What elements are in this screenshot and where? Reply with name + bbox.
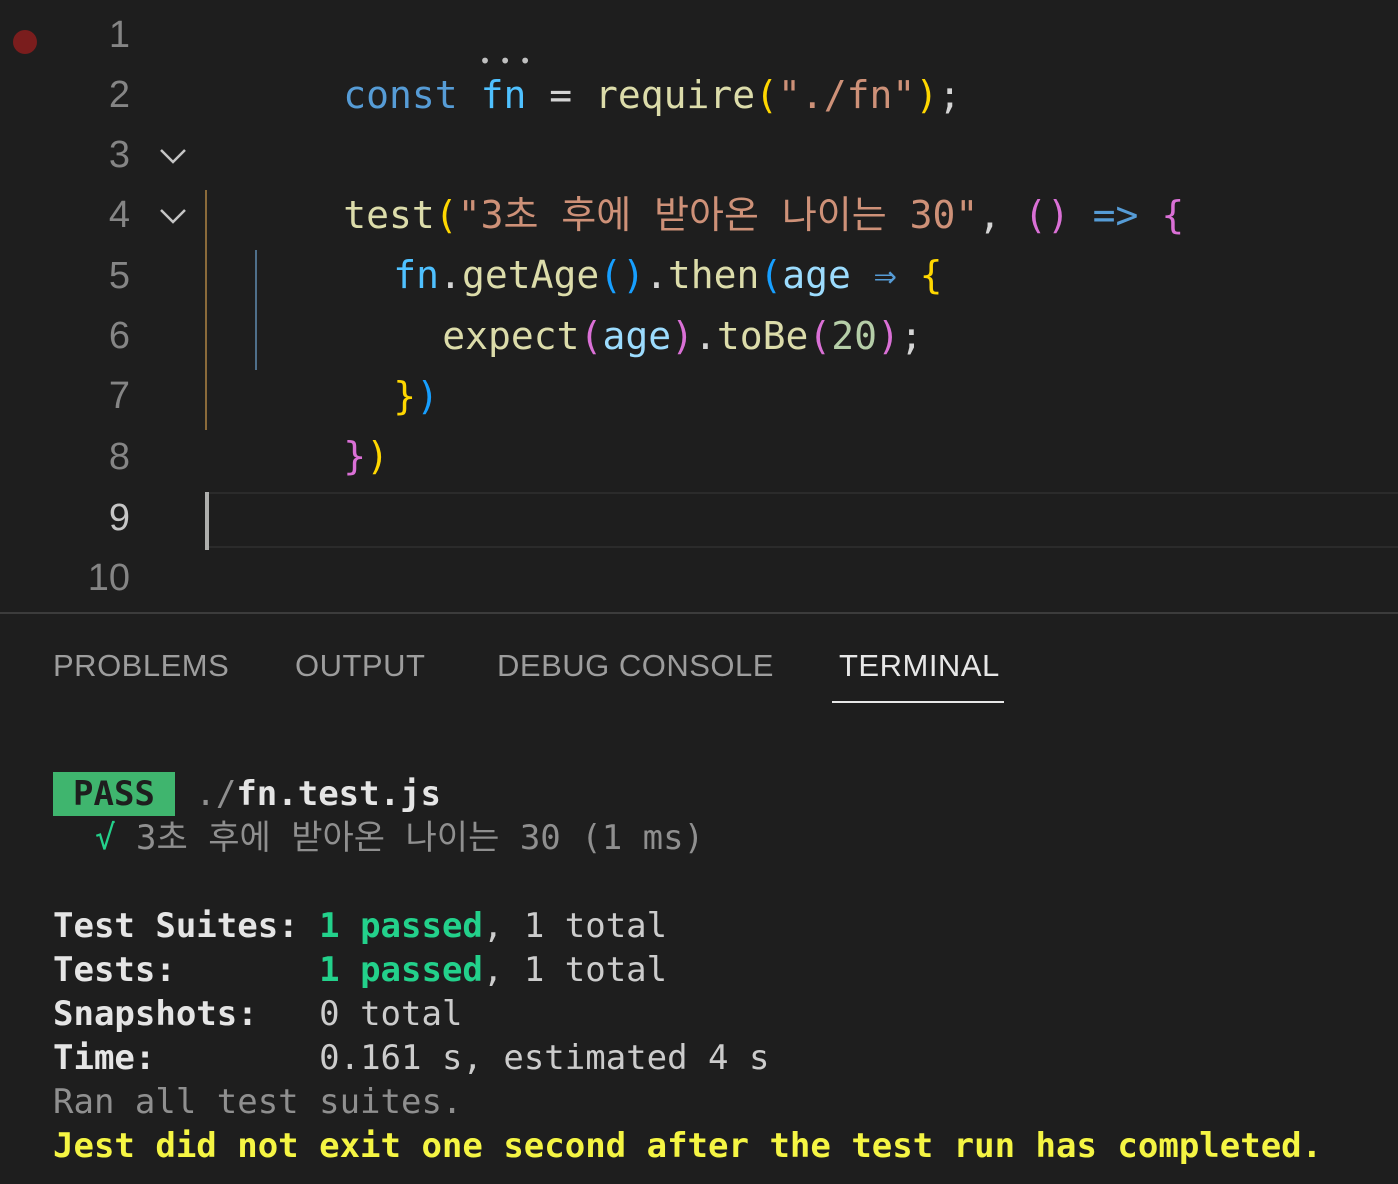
test-file-line: PASS ./fn.test.js — [53, 772, 441, 816]
suites-total: , 1 total — [482, 906, 668, 946]
snapshots-label: Snapshots: — [53, 994, 258, 1034]
chevron-down-icon[interactable] — [158, 143, 188, 167]
test-case-line: √ 3초 후에 받아온 나이는 30 (1 ms) — [95, 816, 704, 860]
line-number: 3 — [108, 134, 130, 176]
summary-time: Time: 0.161 s, estimated 4 s — [53, 1036, 769, 1080]
line-number: 10 — [87, 557, 130, 599]
tests-total: , 1 total — [482, 950, 668, 990]
jest-warning: Jest did not exit one second after the t… — [53, 1126, 1323, 1166]
pass-badge: PASS — [53, 772, 175, 816]
code-line-1: 1 const fn = require("./fn"); — [0, 5, 1398, 117]
suites-label: Test Suites: — [53, 906, 299, 946]
tab-output[interactable]: OUTPUT — [295, 648, 425, 684]
tests-passed: 1 passed — [319, 950, 483, 990]
time-label: Time: — [53, 1038, 156, 1078]
line-number: 4 — [108, 194, 130, 236]
bottom-panel: PROBLEMS OUTPUT DEBUG CONSOLE TERMINAL P… — [0, 612, 1398, 1184]
line-number: 2 — [108, 74, 130, 116]
code-line-4: 4 fn.getAge().then(age ⇒ { — [0, 185, 1398, 297]
chevron-down-icon[interactable] — [158, 203, 188, 227]
code-line-8: 8 — [0, 427, 1398, 487]
summary-tests: Tests: 1 passed, 1 total — [53, 948, 667, 992]
code-line-2: 2 — [0, 65, 1398, 125]
time-value: 0.161 s, estimated 4 s — [319, 1038, 770, 1078]
test-case-name: 3초 후에 받아온 나이는 30 (1 ms) — [135, 818, 705, 858]
code-editor[interactable]: 1 const fn = require("./fn"); • • • 2 3 … — [0, 0, 1398, 612]
file-prefix: ./ — [195, 774, 237, 814]
code-line-3: 3 test("3초 후에 받아온 나이는 30", () => { — [0, 125, 1398, 237]
code-line-10: 10 — [0, 548, 1398, 608]
line-number: 6 — [108, 315, 130, 357]
suites-passed: 1 passed — [319, 906, 483, 946]
tab-terminal[interactable]: TERMINAL — [839, 648, 1000, 684]
check-icon: √ — [95, 818, 116, 858]
breakpoint-icon[interactable] — [13, 30, 37, 54]
tests-label: Tests: — [53, 950, 176, 990]
snapshots-value: 0 total — [319, 994, 463, 1034]
code-line-9: 9 — [0, 488, 1398, 548]
line-number: 9 — [108, 497, 130, 539]
code-line-5: 5 expect(age).toBe(20); — [0, 246, 1398, 358]
summary-snapshots: Snapshots: 0 total — [53, 992, 462, 1036]
active-tab-indicator — [832, 701, 1004, 703]
text-cursor — [205, 492, 209, 550]
ran-all-text: Ran all test suites. — [53, 1082, 463, 1122]
code-line-6: 6 }) — [0, 306, 1398, 418]
tab-debug-console[interactable]: DEBUG CONSOLE — [497, 648, 774, 684]
file-name: fn.test.js — [236, 774, 442, 814]
summary-suites: Test Suites: 1 passed, 1 total — [53, 904, 667, 948]
line-number: 5 — [108, 255, 130, 297]
line-number: 1 — [108, 14, 130, 56]
line-number: 8 — [108, 436, 130, 478]
tab-problems[interactable]: PROBLEMS — [53, 648, 229, 684]
code-line-7: 7 }) — [0, 366, 1398, 478]
line-number: 7 — [108, 375, 130, 417]
